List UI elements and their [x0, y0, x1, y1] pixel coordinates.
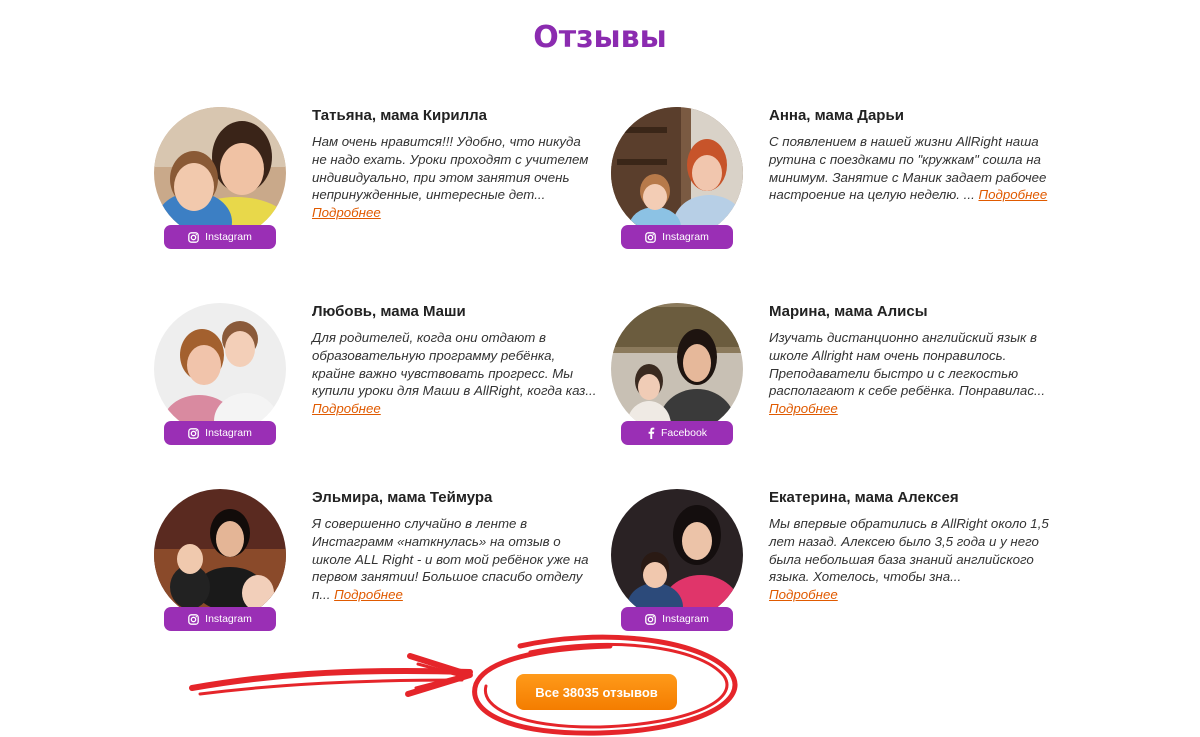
instagram-badge[interactable]: Instagram: [164, 225, 276, 249]
instagram-badge[interactable]: Instagram: [621, 607, 733, 631]
social-label: Instagram: [205, 613, 252, 625]
reviewer-photo: [154, 303, 286, 435]
reviewer-photo: [611, 303, 743, 435]
review-card: Instagram Анна, мама Дарьи С появлением …: [611, 107, 1051, 267]
instagram-badge[interactable]: Instagram: [621, 225, 733, 249]
read-more-link[interactable]: Подробнее: [312, 401, 381, 416]
facebook-icon: [647, 427, 655, 439]
review-text: Изучать дистанционно английский язык в ш…: [769, 329, 1054, 418]
review-excerpt: Изучать дистанционно английский язык в ш…: [769, 330, 1046, 399]
review-text: Для родителей, когда они отдают в образо…: [312, 329, 597, 418]
section-title: Отзывы: [533, 20, 667, 55]
review-excerpt: Мы впервые обратились в AllRight около 1…: [769, 516, 1049, 585]
reviewer-photo: [611, 489, 743, 621]
review-card: Instagram Екатерина, мама Алексея Мы впе…: [611, 489, 1051, 649]
reviewer-name: Татьяна, мама Кирилла: [312, 107, 487, 124]
review-text: С появлением в нашей жизни AllRight наша…: [769, 133, 1054, 204]
facebook-badge[interactable]: Facebook: [621, 421, 733, 445]
reviewer-name: Эльмира, мама Теймура: [312, 489, 493, 506]
instagram-icon: [645, 231, 657, 243]
review-text: Нам очень нравится!!! Удобно, что никуда…: [312, 133, 597, 222]
social-label: Instagram: [662, 231, 709, 243]
review-card: Instagram Любовь, мама Маши Для родителе…: [154, 303, 597, 463]
read-more-link[interactable]: Подробнее: [334, 587, 403, 602]
instagram-icon: [188, 613, 200, 625]
social-label: Facebook: [660, 427, 708, 439]
review-card: Instagram Татьяна, мама Кирилла Нам очен…: [154, 107, 594, 267]
review-excerpt: Нам очень нравится!!! Удобно, что никуда…: [312, 134, 589, 203]
reviewer-photo: [154, 107, 286, 239]
instagram-badge[interactable]: Instagram: [164, 607, 276, 631]
read-more-link[interactable]: Подробнее: [312, 205, 381, 220]
read-more-link[interactable]: Подробнее: [978, 187, 1047, 202]
reviewer-name: Анна, мама Дарьи: [769, 107, 904, 124]
social-label: Instagram: [205, 231, 252, 243]
instagram-badge[interactable]: Instagram: [164, 421, 276, 445]
social-label: Instagram: [205, 427, 252, 439]
reviewer-photo: [154, 489, 286, 621]
all-reviews-button[interactable]: Все 38035 отзывов: [516, 674, 677, 710]
review-text: Мы впервые обратились в AllRight около 1…: [769, 515, 1054, 604]
reviewer-photo: [611, 107, 743, 239]
read-more-link[interactable]: Подробнее: [769, 587, 838, 602]
reviewer-name: Любовь, мама Маши: [312, 303, 466, 320]
review-excerpt: Для родителей, когда они отдают в образо…: [312, 330, 597, 399]
instagram-icon: [645, 613, 657, 625]
read-more-link[interactable]: Подробнее: [769, 401, 838, 416]
review-card: Instagram Эльмира, мама Теймура Я соверш…: [154, 489, 594, 649]
instagram-icon: [188, 427, 200, 439]
instagram-icon: [188, 231, 200, 243]
social-label: Instagram: [662, 613, 709, 625]
review-card: Facebook Марина, мама Алисы Изучать дист…: [611, 303, 1051, 463]
review-text: Я совершенно случайно в ленте в Инстагра…: [312, 515, 597, 604]
reviewer-name: Марина, мама Алисы: [769, 303, 928, 320]
reviewer-name: Екатерина, мама Алексея: [769, 489, 959, 506]
